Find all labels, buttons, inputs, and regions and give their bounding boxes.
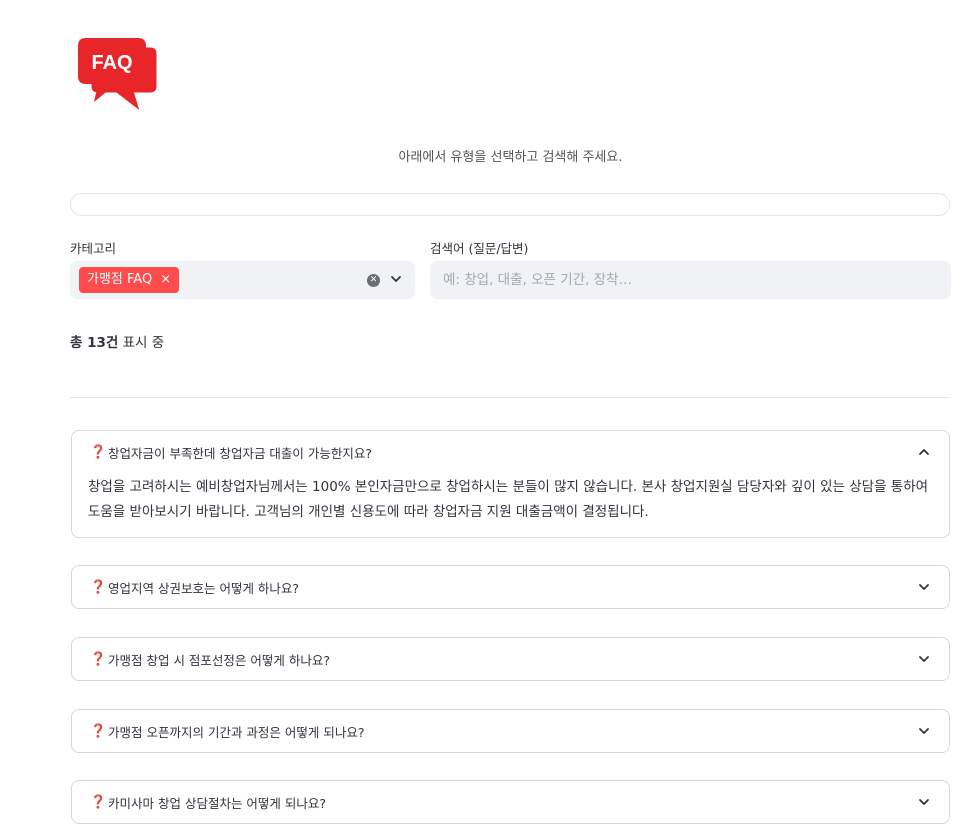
faq-item: ❓ 가맹점 오픈까지의 기간과 과정은 어떻게 되나요? xyxy=(71,709,950,753)
faq-header[interactable]: ❓ 가맹점 창업 시 점포선정은 어떻게 하나요? xyxy=(72,638,949,680)
faq-logo: FAQ xyxy=(78,38,160,116)
chevron-down-icon[interactable] xyxy=(917,652,931,666)
chevron-down-icon[interactable] xyxy=(389,272,403,286)
search-input[interactable] xyxy=(430,261,951,299)
question-mark-icon: ❓ xyxy=(90,794,107,810)
category-label: 카테고리 xyxy=(70,241,117,256)
faq-answer: 창업을 고려하시는 예비창업자님께서는 100% 본인자금만으로 창업하시는 분… xyxy=(88,479,929,520)
result-count-number: 총 13건 xyxy=(70,335,119,351)
subtitle: 아래에서 유형을 선택하고 검색해 주세요. xyxy=(398,150,623,165)
chevron-down-icon[interactable] xyxy=(917,724,931,738)
question-mark-icon: ❓ xyxy=(90,651,107,667)
clear-icon[interactable]: ✕ xyxy=(367,274,380,287)
faq-header[interactable]: ❓ 가맹점 오픈까지의 기간과 과정은 어떻게 되나요? xyxy=(72,710,949,752)
faq-header[interactable]: ❓ 창업자금이 부족한데 창업자금 대출이 가능한지요? xyxy=(72,431,949,473)
selected-category-chip: 가맹점 FAQ × xyxy=(79,267,180,293)
faq-item: ❓ 영업지역 상권보호는 어떻게 하나요? xyxy=(71,565,950,609)
faq-header[interactable]: ❓ 카미사마 창업 상담절차는 어떻게 되나요? xyxy=(72,781,949,823)
empty-input-bar[interactable] xyxy=(70,193,950,216)
result-count-suffix: 표시 중 xyxy=(118,335,165,351)
faq-question: 카미사마 창업 상담절차는 어떻게 되나요? xyxy=(108,795,327,811)
chevron-up-icon[interactable] xyxy=(917,445,931,459)
question-mark-icon: ❓ xyxy=(90,444,107,460)
result-count: 총 13건 표시 중 xyxy=(70,331,164,351)
faq-question: 영업지역 상권보호는 어떻게 하나요? xyxy=(108,580,300,596)
search-label: 검색어 (질문/답변) xyxy=(430,241,529,256)
chip-remove-icon[interactable]: × xyxy=(160,267,171,293)
chip-label: 가맹점 FAQ xyxy=(87,272,153,287)
faq-item: ❓ 카미사마 창업 상담절차는 어떻게 되나요? xyxy=(71,780,950,824)
faq-item: ❓ 창업자금이 부족한데 창업자금 대출이 가능한지요? 창업을 고려하시는 예… xyxy=(71,430,950,538)
question-mark-icon: ❓ xyxy=(90,723,107,739)
logo-text: FAQ xyxy=(91,52,132,74)
chevron-down-icon[interactable] xyxy=(917,580,931,594)
faq-question: 가맹점 오픈까지의 기간과 과정은 어떻게 되나요? xyxy=(108,724,365,740)
faq-question: 창업자금이 부족한데 창업자금 대출이 가능한지요? xyxy=(108,445,373,461)
chevron-down-icon[interactable] xyxy=(917,795,931,809)
divider xyxy=(70,397,951,398)
faq-item: ❓ 가맹점 창업 시 점포선정은 어떻게 하나요? xyxy=(71,637,950,681)
faq-header[interactable]: ❓ 영업지역 상권보호는 어떻게 하나요? xyxy=(72,566,949,608)
category-select[interactable]: 가맹점 FAQ × ✕ xyxy=(70,261,415,299)
faq-question: 가맹점 창업 시 점포선정은 어떻게 하나요? xyxy=(108,652,331,668)
question-mark-icon: ❓ xyxy=(90,579,107,595)
